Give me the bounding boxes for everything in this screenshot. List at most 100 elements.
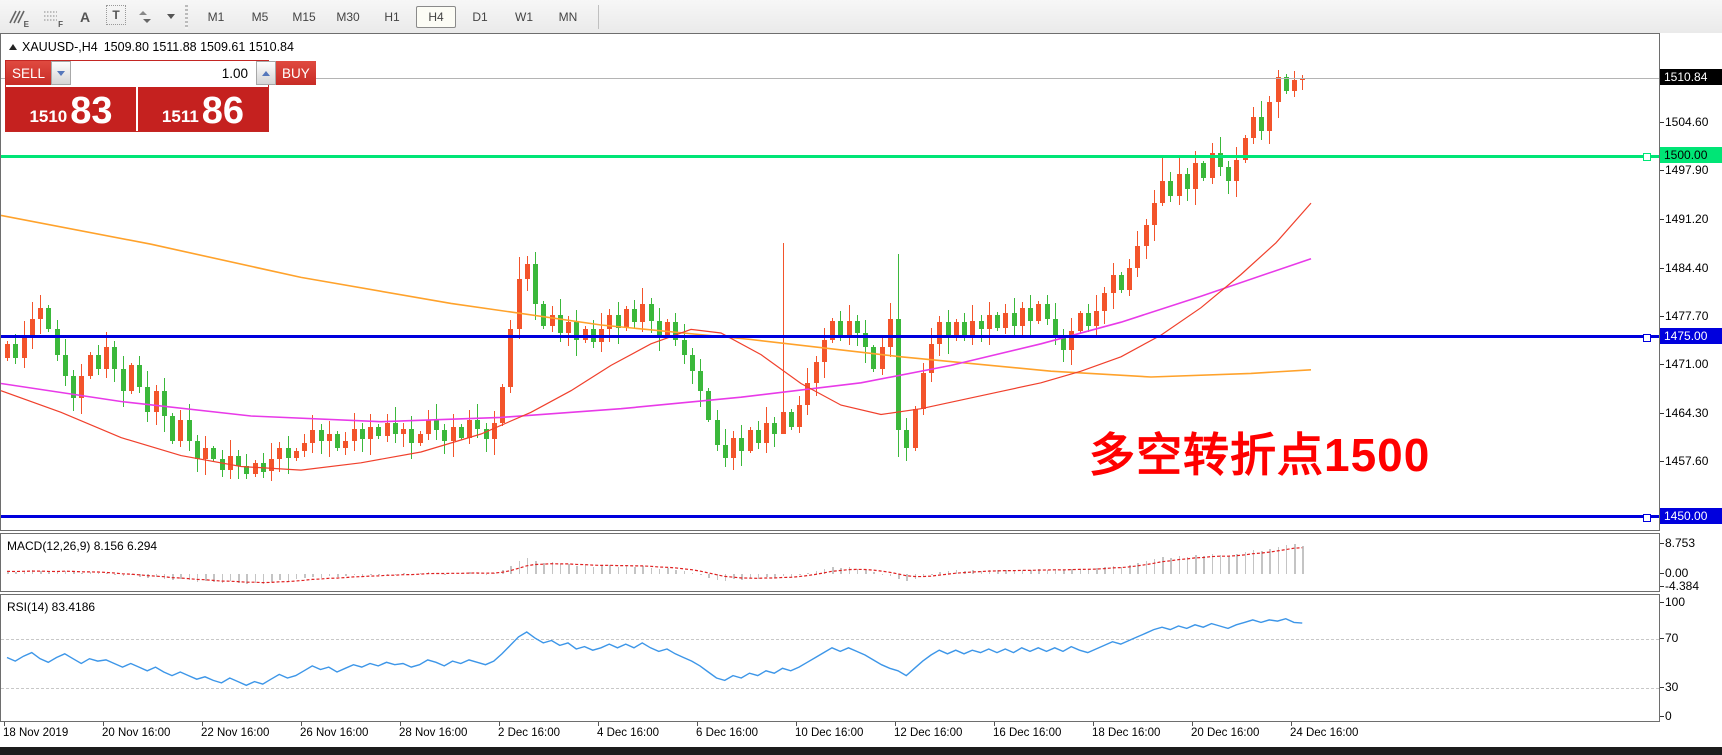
- time-tick-mark: [994, 722, 995, 726]
- time-tick-mark: [1093, 722, 1094, 726]
- hline-1450-badge: 1450.00: [1660, 508, 1722, 524]
- tab-timeframe-M5[interactable]: M5: [240, 6, 280, 28]
- rsi-line: [7, 619, 1302, 686]
- tab-timeframe-M15[interactable]: M15: [284, 6, 324, 28]
- grid-icon-letter: F: [58, 20, 63, 29]
- chart-annotation-text[interactable]: 多空转折点1500: [1089, 419, 1430, 485]
- text-box-icon[interactable]: T: [106, 5, 126, 25]
- hline-1450-handle[interactable]: [1643, 514, 1651, 522]
- dropdown-caret-icon[interactable]: [167, 14, 175, 19]
- buy-button[interactable]: BUY: [276, 61, 316, 85]
- axis-tick-mark: [1660, 461, 1664, 462]
- macd-indicator-panel[interactable]: MACD(12,26,9) 8.156 6.294: [0, 533, 1660, 592]
- rsi-label: RSI(14) 83.4186: [7, 600, 95, 614]
- time-tick-mark: [1192, 722, 1193, 726]
- hline-1475-handle[interactable]: [1643, 334, 1651, 342]
- price-tick-label: 1497.90: [1665, 163, 1708, 177]
- ohlc-values: 1509.80 1511.88 1509.61 1510.84: [104, 40, 294, 54]
- down-arrow-icon: [57, 71, 65, 76]
- time-tick-label: 12 Dec 16:00: [894, 727, 962, 739]
- axis-tick-mark: [1660, 586, 1664, 587]
- time-tick-label: 18 Dec 16:00: [1092, 727, 1160, 739]
- tab-timeframe-H4[interactable]: H4: [416, 6, 456, 28]
- price-tick-label: 1477.70: [1665, 309, 1708, 323]
- time-tick-mark: [499, 722, 500, 726]
- trading-terminal-window: E FAT M1M5M15M30H1H4D1W1MN XAUUSD-,H4 150…: [0, 0, 1722, 755]
- time-tick-label: 22 Nov 16:00: [201, 727, 269, 739]
- indicators-icon-letter: E: [24, 20, 29, 29]
- time-tick-label: 6 Dec 16:00: [696, 727, 758, 739]
- price-tick-label: 1457.60: [1665, 454, 1708, 468]
- rsi-indicator-panel[interactable]: RSI(14) 83.4186: [0, 594, 1660, 722]
- time-tick-mark: [4, 722, 5, 726]
- price-tick-label: 1471.00: [1665, 357, 1708, 371]
- symbol-timeframe-label: XAUUSD-,H4: [22, 40, 98, 54]
- time-tick-label: 18 Nov 2019: [3, 727, 68, 739]
- tab-timeframe-MN[interactable]: MN: [548, 6, 588, 28]
- time-tick-label: 28 Nov 16:00: [399, 727, 467, 739]
- hline-1475[interactable]: [1, 335, 1659, 338]
- time-tick-mark: [301, 722, 302, 726]
- hline-1500[interactable]: [1, 155, 1659, 158]
- time-tick-label: 26 Nov 16:00: [300, 727, 368, 739]
- time-tick-mark: [796, 722, 797, 726]
- tab-timeframe-M1[interactable]: M1: [196, 6, 236, 28]
- hline-1475-badge: 1475.00: [1660, 328, 1722, 344]
- time-tick-label: 20 Dec 16:00: [1191, 727, 1259, 739]
- main-chart-panel[interactable]: XAUUSD-,H4 1509.80 1511.88 1509.61 1510.…: [0, 33, 1660, 531]
- sell-button[interactable]: SELL: [6, 61, 51, 85]
- last-price-badge: 1510.84: [1660, 69, 1722, 85]
- axis-tick-mark: [1660, 687, 1664, 688]
- axis-tick-mark: [1660, 716, 1664, 717]
- time-tick-mark: [895, 722, 896, 726]
- macd-signal-line: [7, 548, 1302, 583]
- time-tick-label: 20 Nov 16:00: [102, 727, 170, 739]
- axis-tick-mark: [1660, 170, 1664, 171]
- axis-tick-mark: [1660, 122, 1664, 123]
- arrange-sort-icon[interactable]: [134, 5, 160, 29]
- axis-tick-mark: [1660, 219, 1664, 220]
- ma-mid-magenta: [1, 259, 1311, 422]
- time-tick-mark: [598, 722, 599, 726]
- macd-scale-label: 8.753: [1665, 536, 1695, 550]
- indicators-icon[interactable]: E: [4, 5, 30, 29]
- axis-tick-mark: [1660, 638, 1664, 639]
- tab-timeframe-M30[interactable]: M30: [328, 6, 368, 28]
- volume-decrease-button[interactable]: [51, 61, 71, 85]
- rsi-scale-label: 70: [1665, 631, 1678, 645]
- volume-stepper: [51, 61, 276, 85]
- text-label-icon[interactable]: A: [72, 5, 98, 29]
- axis-tick-mark: [1660, 268, 1664, 269]
- volume-input[interactable]: [71, 61, 256, 85]
- time-tick-label: 4 Dec 16:00: [597, 727, 659, 739]
- time-tick-mark: [697, 722, 698, 726]
- bottom-divider-bar: [0, 747, 1722, 755]
- collapse-arrow-icon[interactable]: [9, 44, 17, 50]
- price-tick-label: 1484.40: [1665, 261, 1708, 275]
- axis-tick-mark: [1660, 573, 1664, 574]
- grid-icon[interactable]: F: [38, 5, 64, 29]
- hline-1500-badge: 1500.00: [1660, 147, 1722, 163]
- axis-tick-mark: [1660, 413, 1664, 414]
- price-tick-label: 1491.20: [1665, 212, 1708, 226]
- macd-label: MACD(12,26,9) 8.156 6.294: [7, 539, 157, 553]
- time-axis[interactable]: 18 Nov 2019 20 Nov 16:00 22 Nov 16:00 26 No…: [0, 722, 1722, 747]
- volume-increase-button[interactable]: [256, 61, 276, 85]
- tab-timeframe-D1[interactable]: D1: [460, 6, 500, 28]
- time-tick-mark: [103, 722, 104, 726]
- toolbar-gripper[interactable]: [185, 5, 188, 29]
- rsi-scale-label: 30: [1665, 680, 1678, 694]
- tab-timeframe-H1[interactable]: H1: [372, 6, 412, 28]
- time-tick-mark: [202, 722, 203, 726]
- ask-price-button[interactable]: 1511 86: [138, 87, 268, 131]
- up-arrow-icon: [262, 71, 270, 76]
- hline-1500-handle[interactable]: [1643, 153, 1651, 161]
- price-axis[interactable]: 1504.601497.901491.201484.401477.701471.…: [1660, 33, 1722, 722]
- time-tick-label: 2 Dec 16:00: [498, 727, 560, 739]
- hline-1450[interactable]: [1, 515, 1659, 518]
- chart-title: XAUUSD-,H4 1509.80 1511.88 1509.61 1510.…: [9, 40, 300, 54]
- bid-price-button[interactable]: 1510 83: [6, 87, 136, 131]
- tab-timeframe-W1[interactable]: W1: [504, 6, 544, 28]
- axis-tick-mark: [1660, 543, 1664, 544]
- toolbar-separator: [598, 5, 599, 29]
